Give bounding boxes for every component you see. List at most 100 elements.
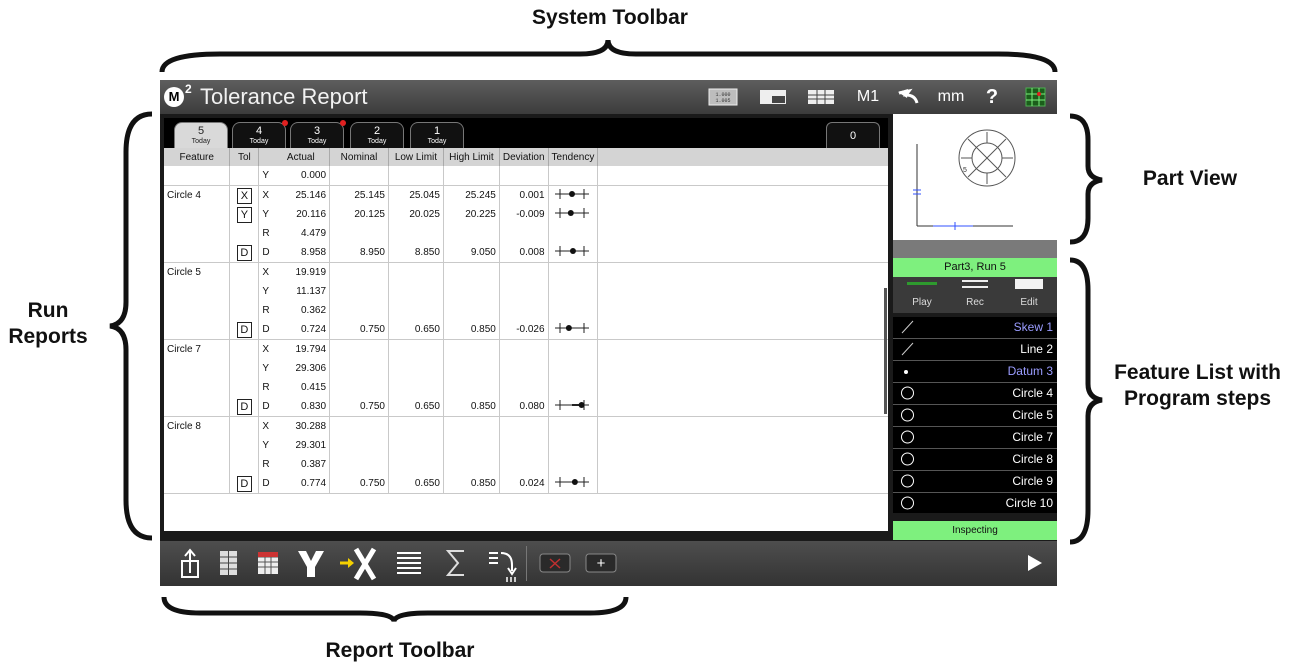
table-row[interactable]: Y 29.306 <box>164 359 888 378</box>
tolerance-toggle[interactable]: D <box>236 398 252 415</box>
run-tab-date: Today <box>427 138 447 145</box>
feature-name: Circle 4 <box>1012 386 1053 400</box>
mode-edit[interactable]: Edit <box>1012 297 1046 308</box>
column-header[interactable]: Deviation <box>499 148 549 166</box>
units-selector[interactable]: mm <box>936 87 966 107</box>
table-row[interactable]: D D 8.958 8.950 8.850 9.050 0.008 <box>164 243 888 263</box>
table-row[interactable]: Circle 8 X 30.288 <box>164 416 888 436</box>
table-row[interactable]: R 0.415 <box>164 378 888 397</box>
list-icon[interactable] <box>394 541 424 586</box>
grid-icon[interactable] <box>254 541 282 586</box>
column-header[interactable]: Tol <box>229 148 260 166</box>
run-counter[interactable]: 0 <box>826 122 880 149</box>
delete-icon[interactable] <box>538 541 572 586</box>
tolerance-toggle[interactable]: X <box>236 187 252 204</box>
help-button[interactable]: ? <box>982 87 1002 107</box>
feature-list-item[interactable]: Circle 7 <box>893 427 1057 449</box>
cell-low <box>388 339 444 359</box>
part-view[interactable]: 5 <box>893 114 1057 240</box>
run-tab-number: 5 <box>197 125 205 137</box>
reports-icon[interactable] <box>216 541 240 586</box>
column-header[interactable] <box>258 148 273 166</box>
cell-actual: 29.306 <box>272 359 331 378</box>
edit-mode-indicator[interactable] <box>1015 279 1043 289</box>
add-label: + <box>597 555 606 572</box>
table-row[interactable]: Y Y 20.116 20.125 20.025 20.225 -0.009 <box>164 205 888 224</box>
column-header[interactable]: Feature <box>164 148 231 166</box>
undo-icon[interactable] <box>895 87 923 107</box>
run-tab-4[interactable]: 4 Today <box>232 120 288 149</box>
tolerance-toggle[interactable]: D <box>236 321 252 338</box>
feature-list-item[interactable]: Skew 1 <box>893 317 1057 339</box>
run-tab-date: Today <box>191 138 211 145</box>
table-row[interactable]: Y 0.000 <box>164 166 888 186</box>
report-toolbar: + <box>160 541 1057 586</box>
tolerance-toggle[interactable]: D <box>236 475 252 492</box>
play-icon[interactable] <box>1022 541 1046 586</box>
feature-list-item[interactable]: Line 2 <box>893 339 1057 361</box>
table-row[interactable]: Y 29.301 <box>164 436 888 455</box>
cell-nominal <box>329 416 389 436</box>
cell-tendency <box>548 301 599 320</box>
cell-feature <box>164 378 231 397</box>
cell-high: 25.245 <box>443 185 500 205</box>
column-header[interactable]: Tendency <box>548 148 599 166</box>
cell-filler <box>598 455 888 474</box>
cell-tol <box>229 262 260 282</box>
app-logo-superscript: 2 <box>185 82 192 96</box>
mode-play[interactable]: Play <box>905 297 939 308</box>
report-scrollbar[interactable] <box>884 288 887 414</box>
cell-filler <box>597 397 888 417</box>
feature-list-item[interactable]: Datum 3 <box>893 361 1057 383</box>
mode-rec[interactable]: Rec <box>958 297 992 308</box>
table-row[interactable]: R 0.387 <box>164 455 888 474</box>
column-header[interactable]: Nominal <box>329 148 389 166</box>
machine-selector[interactable]: M1 <box>855 87 881 107</box>
table-row[interactable]: R 4.479 <box>164 224 888 243</box>
run-tab-3[interactable]: 3 Today <box>290 120 346 149</box>
column-header[interactable]: High Limit <box>443 148 500 166</box>
sum-icon[interactable] <box>444 541 470 586</box>
table-row[interactable]: D D 0.724 0.750 0.650 0.850 -0.026 <box>164 320 888 340</box>
tendency-marker <box>578 402 585 408</box>
feature-list-item[interactable]: Circle 8 <box>893 449 1057 471</box>
table-view-icon[interactable] <box>806 87 836 107</box>
run-tab-5[interactable]: 5 Today <box>174 122 228 149</box>
table-row[interactable]: Circle 5 X 19.919 <box>164 262 888 282</box>
tolerance-toggle[interactable]: D <box>236 244 252 261</box>
rec-mode-indicator[interactable] <box>962 280 988 288</box>
tolerance-icon[interactable] <box>336 541 378 586</box>
cell-nominal <box>329 378 389 397</box>
table-row[interactable]: D D 0.830 0.750 0.650 0.850 0.080 <box>164 397 888 417</box>
window-layout-icon[interactable] <box>758 87 788 107</box>
feature-list-item[interactable]: Circle 9 <box>893 471 1057 493</box>
run-tab-2[interactable]: 2 Today <box>350 122 404 149</box>
table-row[interactable]: Circle 4 X X 25.146 25.145 25.045 25.245 0.001 <box>164 185 888 205</box>
tolerance-toggle[interactable]: Y <box>236 206 252 223</box>
sequence-icon[interactable] <box>486 541 520 586</box>
cell-filler <box>597 320 888 340</box>
column-header[interactable]: Actual <box>272 148 331 166</box>
feature-list-item[interactable]: Circle 4 <box>893 383 1057 405</box>
cell-axis: R <box>262 228 270 239</box>
number-format-icon[interactable]: 1.000 1.005 <box>708 87 738 107</box>
system-toolbar-brace <box>159 39 1058 73</box>
table-row[interactable]: Y 11.137 <box>164 282 888 301</box>
table-row[interactable]: Circle 7 X 19.794 <box>164 339 888 359</box>
cell-deviation: -0.009 <box>499 205 549 224</box>
grid-settings-icon[interactable] <box>1024 87 1048 107</box>
add-icon[interactable]: + <box>584 541 618 586</box>
feature-list-item[interactable]: Circle 10 <box>893 493 1057 513</box>
cell-actual: 20.116 <box>272 205 331 224</box>
run-tab-1[interactable]: 1 Today <box>410 122 464 149</box>
export-icon[interactable] <box>178 541 202 586</box>
filter-icon[interactable] <box>294 541 328 586</box>
table-row[interactable]: D D 0.774 0.750 0.650 0.850 0.024 <box>164 474 888 494</box>
column-header[interactable]: Low Limit <box>388 148 444 166</box>
cell-low <box>388 301 444 320</box>
tendency-gauge <box>554 400 589 410</box>
table-row[interactable]: R 0.362 <box>164 301 888 320</box>
feature-list-item[interactable]: Circle 5 <box>893 405 1057 427</box>
play-mode-indicator[interactable] <box>907 282 937 285</box>
cell-deviation <box>499 455 549 474</box>
